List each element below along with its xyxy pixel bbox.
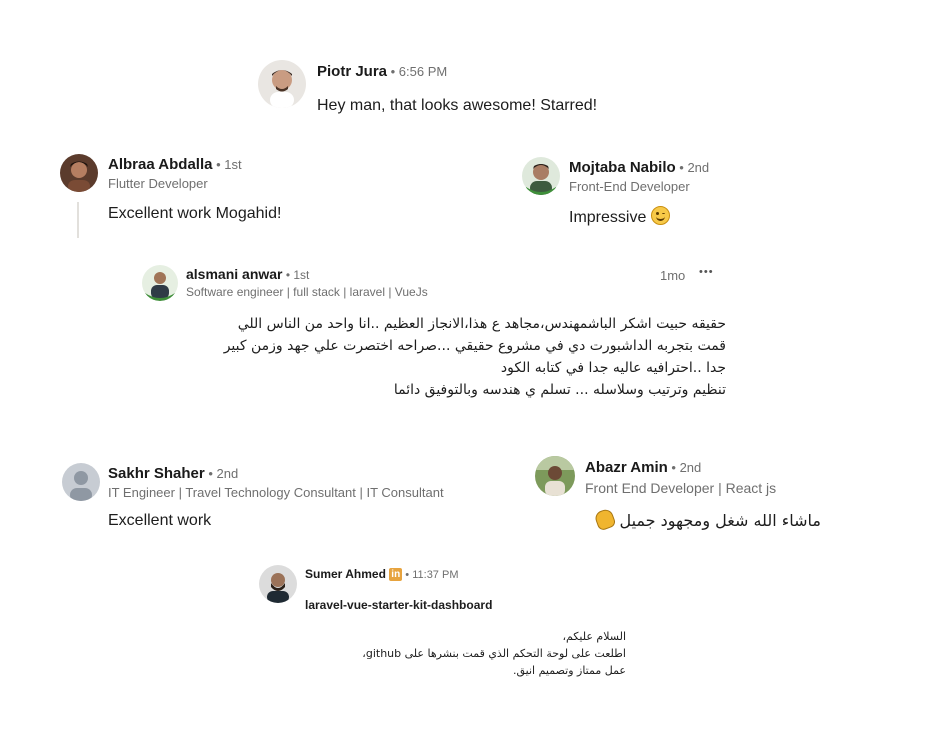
comment-header: Albraa Abdalla • 1st [108,156,242,173]
comment-line: عمل ممتاز وتصميم انيق. [513,664,626,677]
comment-text: Impressive [569,209,647,226]
comment-header: alsmani anwar • 1st [186,266,309,282]
author-name[interactable]: Albraa Abdalla [108,156,212,173]
comment-line: حقيقه حبيت اشكر الباشمهندس،مجاهد ع هذا،ا… [237,316,726,332]
comment-text: ماشاء الله شغل ومجهود جميل [619,511,821,530]
comment-line: جدا ..احترافيه عاليه جدا في كتابه الكود [500,360,726,376]
comment-header: Mojtaba Nabilo • 2nd [569,159,709,176]
avatar[interactable] [259,565,297,603]
comment-line: السلام عليكم، [562,630,626,643]
connection-degree: • 1st [282,268,310,282]
smiling-face-icon [650,206,670,225]
comment-header: Sumer Ahmed in • 11:37 PM [305,567,458,581]
author-headline: Software engineer | full stack | laravel… [186,285,428,299]
repo-name[interactable]: laravel-vue-starter-kit-dashboard [305,598,492,612]
comment-line: اطلعت على لوحة التحكم الذي قمت بنشرها عل… [362,647,626,660]
timestamp: • 6:56 PM [387,64,448,79]
comment-text-row: ماشاء الله شغل ومجهود جميل [585,507,821,532]
comment-header: Piotr Jura • 6:56 PM [317,63,447,80]
avatar[interactable] [535,456,575,496]
connection-degree: • 2nd [667,460,702,475]
author-headline: Front End Developer | React js [585,480,777,496]
avatar[interactable] [522,157,560,195]
comment-line: قمت بتجربه الداشبورت دي في مشروع حقيقي .… [223,338,726,354]
avatar[interactable] [62,463,100,501]
comment-header: Sakhr Shaher • 2nd [108,465,238,482]
author-name[interactable]: Sumer Ahmed [305,567,386,581]
author-headline: Front-End Developer [569,179,690,194]
avatar[interactable] [60,154,98,192]
author-headline: Flutter Developer [108,176,208,191]
thread-line [77,202,79,238]
connection-degree: • 1st [212,157,242,172]
timestamp: • 11:37 PM [402,569,459,581]
clapping-hands-icon [593,507,618,532]
author-name[interactable]: Sakhr Shaher [108,465,205,482]
comment-text-row: Impressive [569,206,670,227]
author-name[interactable]: Abazr Amin [585,459,668,476]
avatar[interactable] [258,60,306,108]
comment-header: Abazr Amin • 2nd [585,459,701,476]
comment-text: Excellent work [108,512,212,529]
connection-degree: • 2nd [675,160,710,175]
author-name[interactable]: Mojtaba Nabilo [569,159,676,176]
author-headline: IT Engineer | Travel Technology Consulta… [108,485,444,500]
comment-text-arabic: حقيقه حبيت اشكر الباشمهندس،مجاهد ع هذا،ا… [180,313,726,401]
comment-text: Excellent work Mogahid! [108,205,282,222]
author-name[interactable]: Piotr Jura [317,63,387,80]
comment-line: تنظيم وترتيب وسلاسله ... تسلم ي هندسه وب… [393,382,726,398]
linkedin-badge-icon: in [389,568,403,581]
more-horizontal-icon[interactable]: ••• [699,266,714,278]
comment-age: 1mo [660,268,686,283]
author-name[interactable]: alsmani anwar [186,266,283,282]
connection-degree: • 2nd [204,466,239,481]
avatar[interactable] [142,265,178,301]
comment-text: Hey man, that looks awesome! Starred! [317,97,598,114]
comment-text-arabic: السلام عليكم، اطلعت على لوحة التحكم الذي… [300,628,626,679]
